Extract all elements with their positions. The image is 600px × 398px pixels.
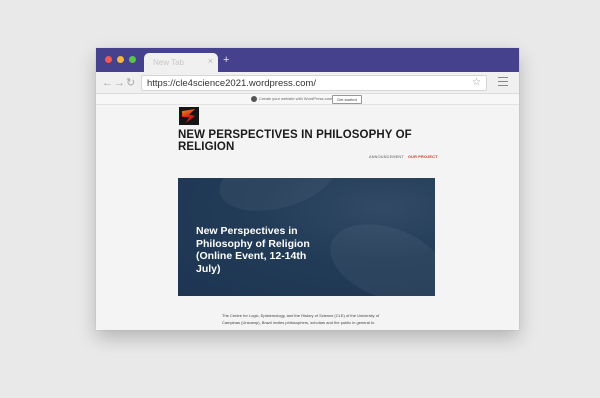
close-window-button[interactable] — [105, 56, 112, 63]
maximize-window-button[interactable] — [129, 56, 136, 63]
bookmark-star-icon[interactable]: ☆ — [472, 77, 481, 88]
wordpress-banner: Create your website with WordPress.com G… — [96, 94, 519, 105]
paragraph-line: The Centre for Logic, Epistemology, and … — [222, 313, 380, 318]
hero-banner: New Perspectives in Philosophy of Religi… — [178, 178, 435, 296]
flame-logo-icon — [182, 109, 195, 123]
browser-tab[interactable]: New Tab × — [144, 53, 218, 72]
browser-window: New Tab × + ← → ↻ https://cle4science202… — [96, 48, 519, 330]
forward-arrow-icon[interactable]: → — [114, 76, 125, 90]
wordpress-banner-text: Create your website with WordPress.com — [259, 96, 333, 101]
hero-title-line: (Online Event, 12-14th — [196, 250, 307, 262]
tab-title: New Tab — [153, 58, 184, 67]
back-arrow-icon[interactable]: ← — [102, 76, 113, 90]
title-bar: New Tab × + — [96, 48, 519, 72]
hero-title-line: Philosophy of Religion — [196, 237, 310, 250]
paragraph-line: Campinas (Unicamp), Brazil invites philo… — [222, 320, 375, 325]
tab-close-icon[interactable]: × — [208, 56, 213, 66]
minimize-window-button[interactable] — [117, 56, 124, 63]
new-tab-button[interactable]: + — [223, 54, 229, 66]
reload-icon[interactable]: ↻ — [126, 76, 135, 90]
get-started-button[interactable]: Get started — [332, 95, 362, 104]
hero-title-line: New Perspectives in — [196, 225, 298, 237]
wordpress-logo-icon — [251, 96, 257, 102]
url-text: https://cle4science2021.wordpress.com/ — [147, 78, 316, 89]
nav-link-announcement[interactable]: ANNOUNCEMENT — [369, 155, 404, 159]
site-logo[interactable] — [179, 107, 199, 125]
nav-link-our-project[interactable]: OUR PROJECT — [408, 155, 438, 159]
hero-title: New Perspectives in Philosophy of Religi… — [196, 225, 346, 275]
intro-paragraph: The Centre for Logic, Epistemology, and … — [222, 312, 392, 326]
browser-menu-icon[interactable] — [498, 77, 508, 86]
address-bar[interactable]: https://cle4science2021.wordpress.com/ ☆ — [141, 75, 487, 91]
site-title[interactable]: NEW PERSPECTIVES IN PHILOSOPHY OF RELIGI… — [178, 129, 438, 153]
navigation-bar: ← → ↻ https://cle4science2021.wordpress.… — [96, 72, 519, 94]
hero-title-line: July) — [196, 262, 221, 275]
